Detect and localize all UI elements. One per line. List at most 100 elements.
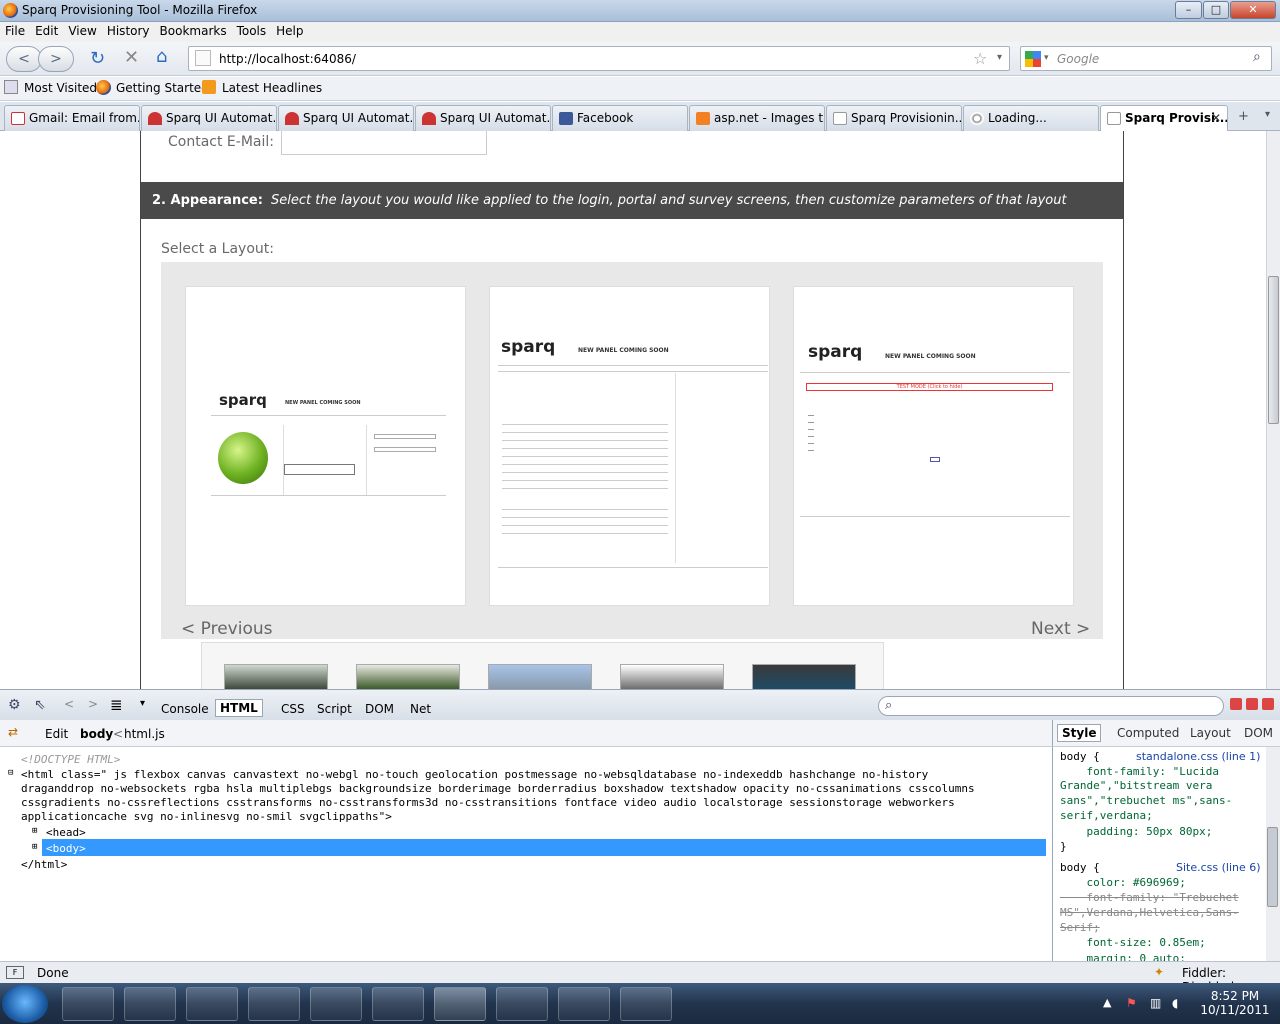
- firebug-tab-html[interactable]: HTML: [215, 699, 263, 717]
- bookmark-getting-started[interactable]: Getting Started: [116, 81, 209, 95]
- edit-button[interactable]: Edit: [45, 727, 68, 741]
- firebug-tab-net[interactable]: Net: [410, 702, 431, 716]
- head-node[interactable]: <head>: [46, 826, 86, 839]
- url-dropdown-icon[interactable]: ▾: [997, 52, 1002, 63]
- side-tab-computed[interactable]: Computed: [1117, 726, 1179, 740]
- css-property[interactable]: font-size: 0.85em;: [1060, 936, 1205, 949]
- scrollbar-thumb[interactable]: [1268, 276, 1279, 424]
- address-bar[interactable]: http://localhost:64086/ ☆ ▾: [188, 46, 1010, 71]
- search-bar[interactable]: ▾ Google ⌕: [1020, 46, 1272, 71]
- skype-chat-icon[interactable]: [620, 987, 672, 1021]
- visual-studio-icon[interactable]: [310, 987, 362, 1021]
- css-overridden-property[interactable]: font-family: "Trebuchet: [1060, 891, 1238, 904]
- forward-button[interactable]: >: [38, 46, 74, 72]
- body-node[interactable]: <body>: [46, 842, 86, 855]
- firebug-tab-console[interactable]: Console: [161, 702, 209, 716]
- menu-help[interactable]: Help: [271, 22, 308, 38]
- close-tab-icon[interactable]: ✕: [1211, 111, 1221, 125]
- search-icon[interactable]: ⌕: [1253, 49, 1261, 65]
- breadcrumb-body[interactable]: body: [80, 727, 113, 741]
- bookmark-latest-headlines[interactable]: Latest Headlines: [222, 81, 322, 95]
- word-icon[interactable]: [248, 987, 300, 1021]
- maximize-button[interactable]: □: [1203, 1, 1229, 19]
- home-icon[interactable]: ⌂: [156, 46, 167, 67]
- page-scrollbar[interactable]: [1266, 131, 1280, 689]
- tab-sparq-provisioning[interactable]: Sparq Provisionin...: [826, 105, 962, 131]
- style-panel-scrollbar[interactable]: [1266, 747, 1280, 961]
- background-option-3[interactable]: [488, 664, 592, 690]
- dropdown-icon[interactable]: ▾: [140, 698, 145, 709]
- side-tab-style[interactable]: Style: [1057, 724, 1102, 742]
- back-button[interactable]: <: [6, 46, 42, 72]
- network-icon[interactable]: ▥: [1150, 996, 1161, 1010]
- media-player-icon[interactable]: [62, 987, 114, 1021]
- volume-icon[interactable]: ◖: [1172, 996, 1178, 1010]
- explorer-icon[interactable]: [186, 987, 238, 1021]
- search-engine-dropdown-icon[interactable]: ▾: [1044, 53, 1049, 63]
- scrollbar-thumb[interactable]: [1267, 827, 1278, 907]
- tab-facebook[interactable]: Facebook: [552, 105, 688, 131]
- safari-icon[interactable]: [558, 987, 610, 1021]
- side-tab-layout[interactable]: Layout: [1190, 726, 1231, 740]
- background-option-4[interactable]: [620, 664, 724, 690]
- action-center-icon[interactable]: ⚑: [1126, 996, 1137, 1010]
- excel-icon[interactable]: [124, 987, 176, 1021]
- menu-edit[interactable]: Edit: [30, 22, 63, 38]
- tab-list-icon[interactable]: ▾: [1265, 109, 1270, 120]
- layout-thumbnail-2[interactable]: sparq NEW PANEL COMING SOON: [489, 286, 770, 606]
- next-layout-link[interactable]: Next >: [1031, 619, 1090, 639]
- background-option-1[interactable]: [224, 664, 328, 690]
- tab-sparq-ui-3[interactable]: Sparq UI Automat...: [415, 105, 551, 131]
- google-icon[interactable]: [1025, 51, 1041, 67]
- css-property[interactable]: font-family: "Lucida: [1060, 765, 1218, 778]
- expand-icon[interactable]: ⊞: [32, 826, 37, 836]
- firebug-icon[interactable]: ⚙: [8, 697, 21, 713]
- menu-bookmarks[interactable]: Bookmarks: [155, 22, 232, 38]
- tab-aspnet[interactable]: asp.net - Images t...: [689, 105, 825, 131]
- tab-loading[interactable]: Loading...: [963, 105, 1099, 131]
- internet-explorer-icon[interactable]: [372, 987, 424, 1021]
- firebug-minimize-icon[interactable]: [1230, 698, 1242, 710]
- menu-icon[interactable]: ≣: [110, 696, 123, 714]
- close-window-button[interactable]: ✕: [1230, 1, 1276, 19]
- break-on-mutate-icon[interactable]: ⇄: [8, 725, 18, 739]
- previous-layout-link[interactable]: < Previous: [181, 619, 273, 639]
- reload-icon[interactable]: ↻: [90, 48, 105, 69]
- inspect-icon[interactable]: ⇖: [34, 697, 46, 713]
- css-property[interactable]: padding: 50px 80px;: [1060, 825, 1212, 838]
- css-property[interactable]: margin: 0 auto;: [1060, 952, 1185, 961]
- side-tab-dom[interactable]: DOM: [1244, 726, 1273, 740]
- menu-tools[interactable]: Tools: [232, 22, 272, 38]
- forward-icon[interactable]: >: [88, 697, 98, 711]
- background-option-5[interactable]: [752, 664, 856, 690]
- firebug-tab-css[interactable]: CSS: [281, 702, 305, 716]
- css-source-link[interactable]: standalone.css (line 1): [1136, 750, 1260, 763]
- collapse-icon[interactable]: ⊟: [8, 768, 13, 778]
- bookmark-star-icon[interactable]: ☆: [973, 49, 987, 68]
- layout-thumbnail-1[interactable]: sparq NEW PANEL COMING SOON: [185, 286, 466, 606]
- tab-sparq-active[interactable]: Sparq Provisi... ✕: [1100, 105, 1228, 132]
- tab-sparq-ui-1[interactable]: Sparq UI Automat...: [141, 105, 277, 131]
- expand-icon[interactable]: ⊞: [32, 842, 37, 852]
- tab-sparq-ui-2[interactable]: Sparq UI Automat...: [278, 105, 414, 131]
- system-clock[interactable]: 8:52 PM 10/11/2011: [1195, 989, 1275, 1017]
- back-icon[interactable]: <: [64, 697, 74, 711]
- firebug-tab-script[interactable]: Script: [317, 702, 352, 716]
- tray-expand-icon[interactable]: ▲: [1103, 996, 1111, 1009]
- contact-email-input[interactable]: [281, 131, 487, 155]
- minimize-button[interactable]: –: [1175, 1, 1202, 19]
- bookmark-most-visited[interactable]: Most Visited: [24, 81, 97, 95]
- firebug-close-icon[interactable]: [1262, 698, 1274, 710]
- html-node[interactable]: <html class=" js flexbox canvas canvaste…: [21, 768, 928, 781]
- firebug-detach-icon[interactable]: [1246, 698, 1258, 710]
- breadcrumb-html[interactable]: html.js: [124, 727, 165, 741]
- background-option-2[interactable]: [356, 664, 460, 690]
- menu-file[interactable]: File: [0, 22, 30, 38]
- skype-icon[interactable]: [496, 987, 548, 1021]
- css-source-link[interactable]: Site.css (line 6): [1176, 861, 1261, 874]
- layout-thumbnail-3[interactable]: sparq NEW PANEL COMING SOON TEST MODE (C…: [793, 286, 1074, 606]
- start-button[interactable]: [2, 985, 48, 1023]
- menu-view[interactable]: View: [63, 22, 101, 38]
- firebug-tab-dom[interactable]: DOM: [365, 702, 394, 716]
- menu-history[interactable]: History: [102, 22, 155, 38]
